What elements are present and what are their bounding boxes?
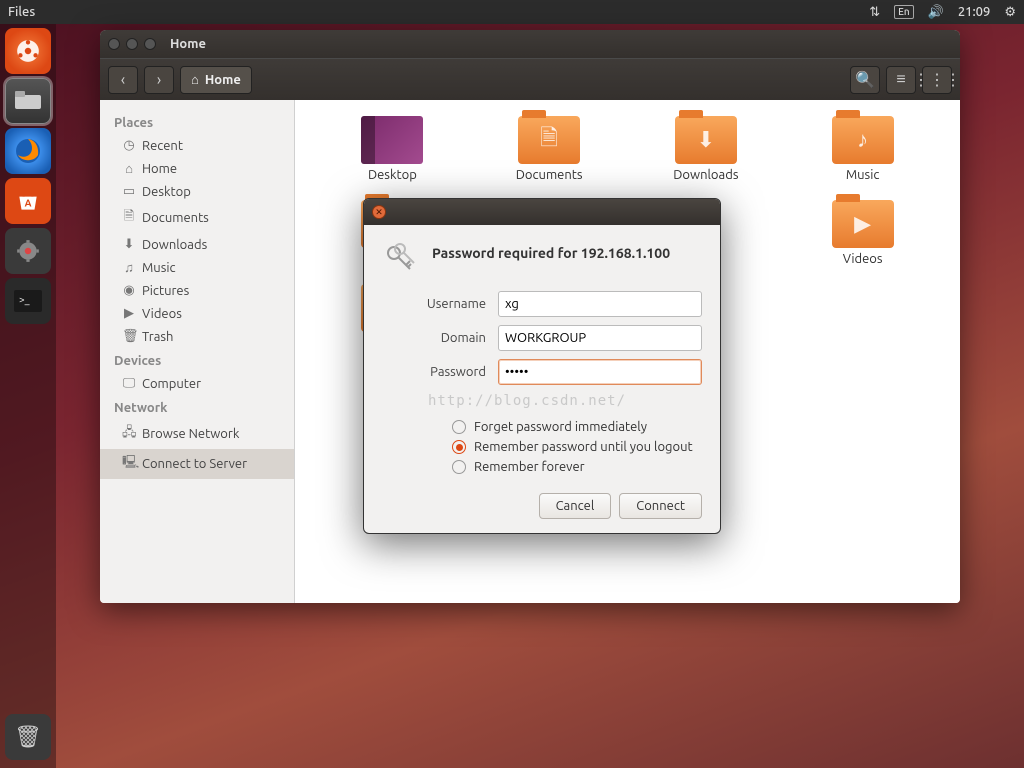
radio-forever[interactable]: Remember forever [452, 457, 702, 477]
password-input[interactable] [498, 359, 702, 385]
domain-label: Domain [382, 331, 498, 345]
connect-button[interactable]: Connect [619, 493, 702, 519]
dialog-titlebar[interactable]: ✕ [364, 199, 720, 225]
radio-icon [452, 420, 466, 434]
dialog-heading: Password required for 192.168.1.100 [432, 241, 670, 261]
radio-forget[interactable]: Forget password immediately [452, 417, 702, 437]
radio-label: Remember password until you logout [474, 440, 693, 454]
watermark-text: http://blog.csdn.net/ [428, 393, 702, 409]
radio-label: Remember forever [474, 460, 585, 474]
keys-icon [382, 241, 418, 277]
radio-icon [452, 440, 466, 454]
radio-until-logout[interactable]: Remember password until you logout [452, 437, 702, 457]
domain-input[interactable] [498, 325, 702, 351]
radio-icon [452, 460, 466, 474]
username-input[interactable] [498, 291, 702, 317]
password-label: Password [382, 365, 498, 379]
radio-label: Forget password immediately [474, 420, 647, 434]
username-label: Username [382, 297, 498, 311]
password-dialog: ✕ Password required for 192.168.1.100 Us… [363, 198, 721, 534]
dialog-close-button[interactable]: ✕ [372, 205, 386, 219]
modal-overlay: ✕ Password required for 192.168.1.100 Us… [0, 0, 1024, 768]
cancel-button[interactable]: Cancel [539, 493, 612, 519]
